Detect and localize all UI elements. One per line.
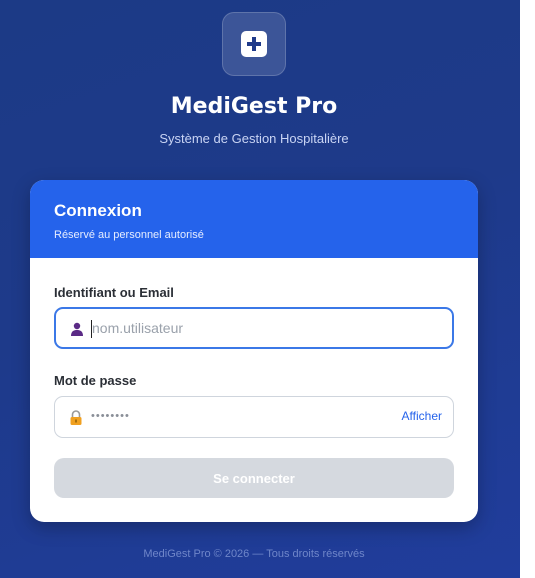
login-card: Connexion Réservé au personnel autorisé … — [30, 180, 478, 522]
app-title: MediGest Pro — [170, 94, 338, 119]
app-logo — [222, 12, 286, 76]
username-label: Identifiant ou Email — [54, 285, 174, 300]
medical-plus-icon — [241, 31, 267, 57]
login-subtitle: Réservé au personnel autorisé — [54, 229, 204, 241]
password-input[interactable]: •••••••• — [91, 410, 130, 422]
lock-icon — [67, 408, 85, 426]
username-field[interactable] — [54, 307, 454, 349]
app-subtitle: Système de Gestion Hospitalière — [159, 131, 349, 146]
footer-copyright: MediGest Pro © 2026 — Tous droits réserv… — [143, 548, 365, 560]
user-icon — [68, 320, 86, 338]
login-submit-button[interactable]: Se connecter — [54, 458, 454, 498]
username-input[interactable] — [92, 309, 392, 347]
show-password-toggle[interactable]: Afficher — [402, 409, 442, 423]
login-card-header: Connexion Réservé au personnel autorisé — [30, 180, 478, 258]
login-title: Connexion — [54, 201, 142, 220]
password-label: Mot de passe — [54, 373, 137, 388]
password-field[interactable]: •••••••• Afficher — [54, 396, 454, 438]
